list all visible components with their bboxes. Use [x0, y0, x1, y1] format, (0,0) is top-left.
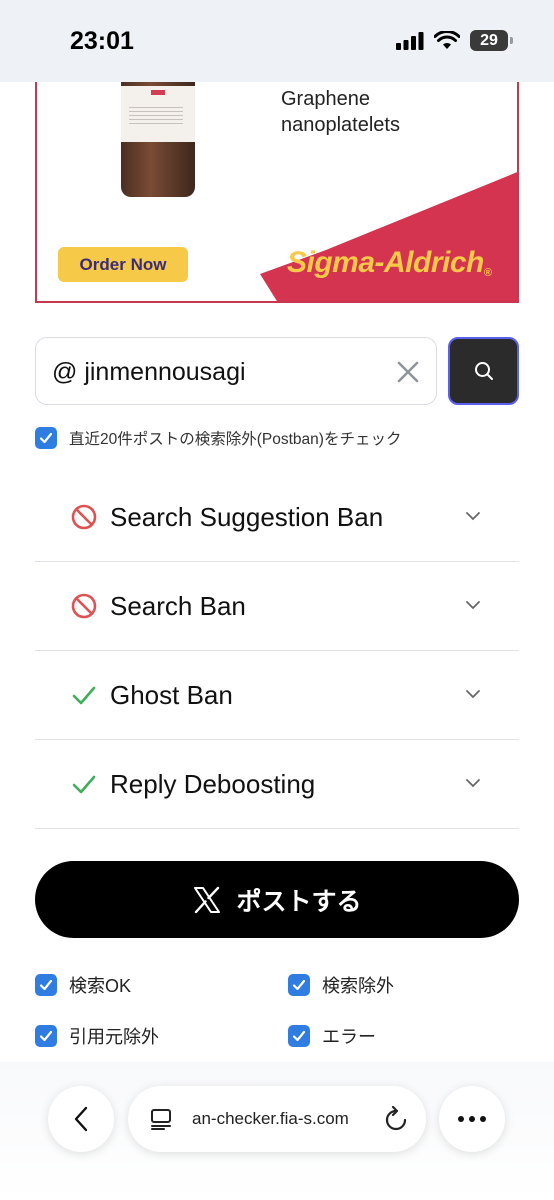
legend-item-search-ok[interactable]: 検索OK [35, 972, 131, 998]
legend-label: 引用元除外 [69, 1027, 159, 1047]
more-icon [458, 1116, 486, 1122]
address-bar[interactable]: an-checker.fia-s.com [128, 1086, 426, 1152]
check-icon [72, 775, 96, 794]
search-icon [474, 362, 493, 380]
x-logo-icon [194, 886, 221, 913]
browser-toolbar: an-checker.fia-s.com [0, 1062, 554, 1200]
ban-row-search[interactable]: Search Ban [35, 562, 519, 651]
ad-brand-logo: Sigma-Aldrich® [287, 246, 492, 279]
url-text: an-checker.fia-s.com [192, 1109, 349, 1128]
legend-label: 検索除外 [322, 976, 394, 996]
reload-icon[interactable] [384, 1106, 408, 1132]
order-now-button[interactable]: Order Now [58, 247, 188, 282]
back-button[interactable] [48, 1086, 114, 1152]
search-input[interactable]: @ jinmennousagi [35, 337, 437, 405]
post-button-label: ポストする [236, 887, 362, 916]
check-icon [72, 686, 96, 705]
legend-checkbox[interactable] [288, 974, 310, 996]
postban-option[interactable]: 直近20件ポストの検索除外(Postban)をチェック [35, 427, 401, 449]
prohibited-icon [71, 593, 97, 619]
postban-label: 直近20件ポストの検索除外(Postban)をチェック [69, 431, 402, 448]
legend-label: 検索OK [69, 976, 132, 996]
status-bar: 23:01 29 [0, 0, 554, 82]
page-menu-icon[interactable] [150, 1108, 174, 1130]
ad-banner[interactable]: Graphene nanoplatelets Sigma-Aldrich® Or… [35, 82, 519, 303]
checkmark-icon [39, 1030, 53, 1042]
legend-checkbox[interactable] [288, 1025, 310, 1047]
search-button[interactable] [448, 337, 519, 405]
prohibited-icon [71, 504, 97, 530]
close-icon[interactable] [394, 358, 422, 386]
chevron-left-icon [74, 1106, 88, 1132]
postban-checkbox[interactable] [35, 427, 57, 449]
ban-label: Reply Deboosting [110, 769, 316, 799]
chevron-down-icon[interactable] [465, 600, 481, 610]
legend-label: エラー [322, 1027, 376, 1047]
legend-item-error[interactable]: エラー [288, 1023, 376, 1049]
chevron-down-icon[interactable] [465, 689, 481, 699]
ban-row-search-suggestion[interactable]: Search Suggestion Ban [35, 473, 519, 562]
cellular-signal-icon [396, 31, 424, 50]
legend-checkbox[interactable] [35, 1025, 57, 1047]
legend-checkbox[interactable] [35, 974, 57, 996]
ban-row-ghost[interactable]: Ghost Ban [35, 651, 519, 740]
search-input-value: @ jinmennousagi [52, 358, 246, 386]
battery-indicator: 29 [470, 30, 513, 51]
ban-row-reply-deboosting[interactable]: Reply Deboosting [35, 740, 519, 829]
chevron-down-icon[interactable] [465, 778, 481, 788]
post-to-x-button[interactable]: ポストする [35, 861, 519, 938]
chevron-down-icon[interactable] [465, 511, 481, 521]
status-time: 23:01 [70, 27, 134, 55]
ad-red-shape [260, 162, 517, 301]
checkmark-icon [39, 432, 53, 444]
status-icons: 29 [396, 30, 513, 51]
ban-results-list: Search Suggestion Ban Search Ban Ghost B… [35, 473, 519, 829]
ad-product-title: Graphene nanoplatelets [281, 88, 400, 136]
checkmark-icon [292, 1030, 306, 1042]
more-button[interactable] [439, 1086, 505, 1152]
wifi-icon [434, 30, 460, 49]
ban-label: Search Suggestion Ban [110, 502, 384, 532]
checkmark-icon [292, 979, 306, 991]
checkmark-icon [39, 979, 53, 991]
legend-item-search-excluded[interactable]: 検索除外 [288, 972, 394, 998]
product-bottle-image [121, 82, 195, 197]
ban-label: Search Ban [110, 591, 246, 621]
ban-label: Ghost Ban [110, 680, 233, 710]
legend-item-quote-excluded[interactable]: 引用元除外 [35, 1023, 159, 1049]
